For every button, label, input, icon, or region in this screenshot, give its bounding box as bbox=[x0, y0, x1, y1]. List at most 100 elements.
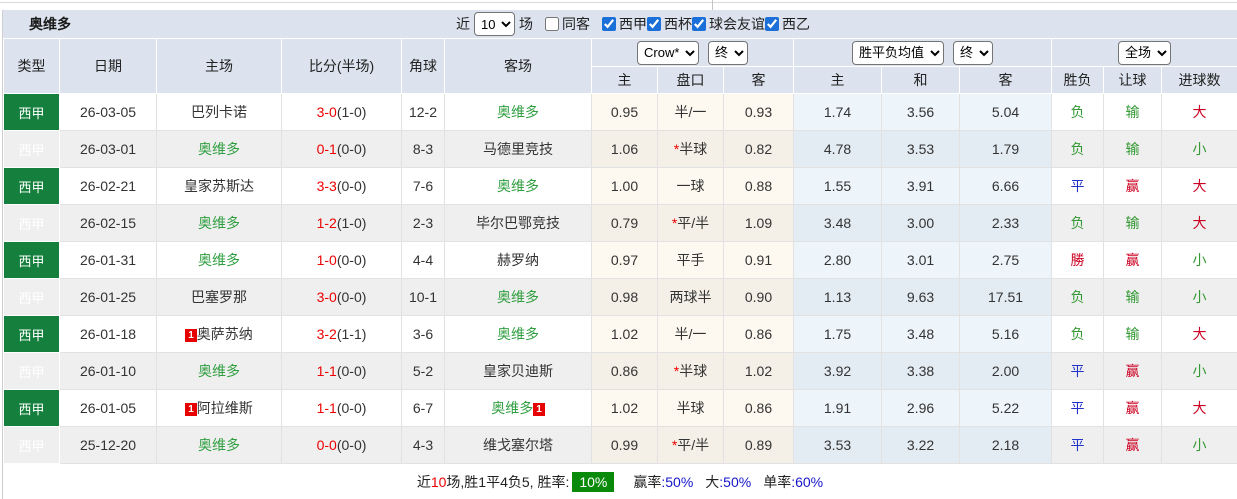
half-time-score: (1-1) bbox=[336, 326, 367, 342]
title-bar: 奥维多 近 10 场 同客 西甲 西杯 球会友谊 西乙 bbox=[3, 10, 1237, 38]
goals-cell: 大 bbox=[1161, 315, 1237, 353]
match-history-table: 类型 日期 主场 比分(半场) 角球 客场 Crow* 终 胜平负均值 终 全场… bbox=[3, 38, 1237, 464]
same-away-label: 同客 bbox=[562, 16, 590, 32]
date-cell: 26-01-10 bbox=[59, 352, 157, 390]
sub-header-home-odds: 主 bbox=[591, 66, 658, 94]
handicap-name: 两球半 bbox=[669, 289, 712, 305]
copa-checkbox[interactable] bbox=[647, 17, 661, 31]
home-team-name: 皇家苏斯达 bbox=[184, 178, 254, 194]
filter-friendly[interactable]: 球会友谊 bbox=[692, 14, 765, 34]
odds-home-cell: 1.02 bbox=[591, 315, 658, 353]
handicap-cell: 半/一 bbox=[657, 315, 724, 353]
sub-header-avg-home: 主 bbox=[793, 66, 883, 94]
avg-draw-cell: 9.63 bbox=[881, 278, 961, 316]
same-away-filter[interactable]: 同客 bbox=[545, 14, 590, 34]
single-stat: 单率:60% bbox=[763, 472, 823, 492]
handicap-cell: *平/半 bbox=[657, 426, 724, 464]
corner-cell: 4-4 bbox=[401, 241, 445, 279]
handicap-result-cell: 赢 bbox=[1103, 352, 1163, 390]
avg-home-cell: 1.75 bbox=[793, 315, 883, 353]
date-cell: 26-01-05 bbox=[59, 389, 157, 427]
friendly-checkbox[interactable] bbox=[692, 17, 706, 31]
result-cell: 平 bbox=[1051, 167, 1105, 205]
home-cell: 奥维多 bbox=[156, 241, 282, 279]
score-cell: 0-1(0-0) bbox=[281, 130, 402, 168]
home-cell: 皇家苏斯达 bbox=[156, 167, 282, 205]
away-cell: 赫罗纳 bbox=[444, 241, 592, 279]
full-time-score: 1-1 bbox=[316, 400, 337, 416]
result-cell: 平 bbox=[1051, 352, 1105, 390]
odds-home-cell: 1.02 bbox=[591, 389, 658, 427]
result-cell: 勝 bbox=[1051, 241, 1105, 279]
league-cell: 西甲 bbox=[3, 278, 60, 316]
full-time-score: 1-0 bbox=[316, 252, 337, 268]
handicap-name: 半球 bbox=[679, 141, 708, 157]
goals-cell: 大 bbox=[1161, 167, 1237, 205]
filter-segunda[interactable]: 西乙 bbox=[765, 14, 810, 34]
filter-copa[interactable]: 西杯 bbox=[647, 14, 692, 34]
handicap-name: 平/半 bbox=[677, 437, 710, 453]
odds-home-cell: 0.95 bbox=[591, 93, 658, 131]
league-cell: 西甲 bbox=[3, 426, 60, 464]
filter-laliga[interactable]: 西甲 bbox=[602, 14, 647, 34]
result-cell: 负 bbox=[1051, 204, 1105, 242]
odds-home-cell: 0.99 bbox=[591, 426, 658, 464]
summary-count: 10 bbox=[430, 473, 447, 490]
goals-cell: 小 bbox=[1161, 278, 1237, 316]
odds-home-cell: 0.98 bbox=[591, 278, 658, 316]
date-cell: 26-01-31 bbox=[59, 241, 157, 279]
league-cell: 西甲 bbox=[3, 93, 60, 131]
bookmaker-select[interactable]: Crow* bbox=[637, 40, 699, 65]
score-cell: 3-2(1-1) bbox=[281, 315, 402, 353]
odds-home-cell: 0.86 bbox=[591, 352, 658, 390]
half-time-score: (0-0) bbox=[336, 400, 367, 416]
summary-prefix: 近 bbox=[416, 473, 431, 490]
average-group-header: 胜平负均值 终 bbox=[793, 38, 1053, 67]
sub-header-result: 胜负 bbox=[1051, 66, 1105, 94]
handicap-name: 平/半 bbox=[677, 215, 710, 231]
home-team-name: 阿拉维斯 bbox=[196, 400, 253, 416]
odds-home-cell: 1.06 bbox=[591, 130, 658, 168]
handicap-cell: *半球 bbox=[657, 130, 724, 168]
avg-away-cell: 6.66 bbox=[959, 167, 1053, 205]
away-cell: 皇家贝迪斯 bbox=[444, 352, 592, 390]
over-value: :50% bbox=[719, 473, 752, 490]
handicap-name: 半球 bbox=[676, 400, 705, 416]
half-time-score: (0-0) bbox=[336, 252, 367, 268]
avg-draw-cell: 2.96 bbox=[881, 389, 961, 427]
handicap-cell: 平手 bbox=[657, 241, 724, 279]
bookmaker-group-header: Crow* 终 bbox=[590, 38, 795, 67]
home-team-name: 奥维多 bbox=[198, 141, 240, 157]
date-cell: 26-02-21 bbox=[59, 167, 157, 205]
away-team-name: 赫罗纳 bbox=[497, 252, 539, 268]
away-cell: 奥维多 bbox=[444, 278, 592, 316]
summary-text: 场,胜1平4负5, 胜率: bbox=[446, 473, 570, 490]
league-cell: 西甲 bbox=[3, 204, 60, 242]
recent-label: 近 bbox=[456, 16, 470, 32]
avg-away-cell: 2.18 bbox=[959, 426, 1053, 464]
bookmaker-time-select[interactable]: 终 bbox=[708, 40, 748, 65]
handicap-cell: 一球 bbox=[657, 167, 724, 205]
average-select[interactable]: 胜平负均值 bbox=[852, 40, 945, 65]
avg-draw-cell: 3.38 bbox=[881, 352, 961, 390]
odds-away-cell: 0.93 bbox=[722, 93, 795, 131]
avg-home-cell: 1.55 bbox=[793, 167, 883, 205]
match-count-select[interactable]: 10 bbox=[474, 12, 515, 36]
avg-away-cell: 5.16 bbox=[959, 315, 1053, 353]
segunda-checkbox[interactable] bbox=[765, 17, 779, 31]
away-team-name: 奥维多 bbox=[497, 104, 539, 120]
average-time-select[interactable]: 终 bbox=[953, 40, 994, 65]
divider bbox=[712, 0, 713, 10]
laliga-checkbox[interactable] bbox=[602, 17, 616, 31]
away-team-name: 奥维多 bbox=[497, 289, 539, 305]
full-time-score: 3-2 bbox=[316, 326, 337, 342]
away-team-name: 奥维多 bbox=[497, 178, 539, 194]
same-away-checkbox[interactable] bbox=[545, 17, 559, 31]
match-rows: 西甲 26-03-05 巴列卡诺 3-0(1-0) 12-2 奥维多 0.95 … bbox=[3, 93, 1237, 464]
corner-cell: 7-6 bbox=[401, 167, 445, 205]
avg-home-cell: 4.78 bbox=[793, 130, 883, 168]
odds-away-cell: 0.86 bbox=[722, 315, 795, 353]
sub-header-goals: 进球数 bbox=[1161, 66, 1237, 94]
scope-select[interactable]: 全场 bbox=[1118, 40, 1172, 65]
away-team-name: 维戈塞尔塔 bbox=[483, 437, 553, 453]
